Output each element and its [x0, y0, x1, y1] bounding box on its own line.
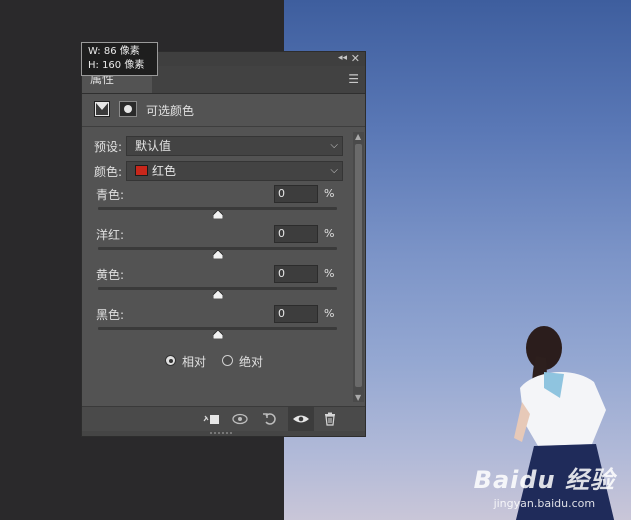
panel-menu-icon[interactable]: ☰ [348, 72, 359, 86]
chevron-down-icon: ⌵ [330, 140, 338, 151]
colors-value: 红色 [152, 164, 177, 178]
preset-dropdown[interactable]: 默认值 ⌵ [126, 136, 343, 156]
trash-icon[interactable] [321, 412, 339, 428]
black-slider-thumb[interactable] [212, 330, 223, 339]
cyan-unit: % [324, 187, 335, 200]
magenta-unit: % [324, 227, 335, 240]
selective-color-adjustment-icon[interactable] [94, 101, 110, 117]
black-label: 黑色: [96, 308, 125, 322]
visibility-eye-icon[interactable] [292, 412, 310, 428]
magenta-label: 洋红: [96, 228, 125, 242]
size-tooltip: W: 86 像素 H: 160 像素 [81, 42, 158, 76]
tooltip-height: H: 160 像素 [88, 60, 145, 71]
yellow-slider-thumb[interactable] [212, 290, 223, 299]
preset-value: 默认值 [135, 139, 172, 153]
close-icon[interactable]: ✕ [351, 52, 360, 65]
yellow-unit: % [324, 267, 335, 280]
reset-icon[interactable] [261, 412, 279, 428]
properties-panel: ◂◂ ✕ 属性 ☰ 可选颜色 预设: 默认值 ⌵ 颜色: 红色 ⌵ 青色: 0 … [81, 51, 366, 437]
magenta-input[interactable]: 0 [274, 225, 318, 243]
yellow-label: 黄色: [96, 268, 125, 282]
black-input[interactable]: 0 [274, 305, 318, 323]
magenta-slider-thumb[interactable] [212, 250, 223, 259]
watermark-url: jingyan.baidu.com [493, 497, 596, 510]
absolute-label[interactable]: 绝对 [239, 353, 263, 370]
layer-mask-icon[interactable] [119, 101, 137, 117]
view-previous-state-icon[interactable] [231, 412, 249, 428]
colors-label: 颜色: [94, 165, 123, 179]
black-unit: % [324, 307, 335, 320]
resize-grip[interactable] [82, 431, 365, 436]
adjustment-header: 可选颜色 [82, 94, 365, 127]
scroll-down-icon[interactable]: ▼ [355, 393, 361, 402]
preset-label: 预设: [94, 140, 123, 154]
cyan-input[interactable]: 0 [274, 185, 318, 203]
chevron-down-icon: ⌵ [330, 165, 338, 176]
color-swatch [135, 165, 148, 176]
watermark-logo: Baidu 经验 [473, 466, 615, 494]
absolute-radio[interactable] [222, 355, 233, 366]
relative-label[interactable]: 相对 [182, 353, 206, 370]
clip-to-layer-icon[interactable] [202, 412, 220, 428]
panel-bottom-bar [82, 406, 365, 433]
collapse-icon[interactable]: ◂◂ [338, 53, 347, 63]
colors-dropdown[interactable]: 红色 ⌵ [126, 161, 343, 181]
panel-scrollbar[interactable]: ▲ ▼ [353, 132, 364, 402]
visibility-toggle[interactable] [288, 407, 314, 433]
cyan-label: 青色: [96, 188, 125, 202]
scroll-thumb[interactable] [355, 144, 362, 387]
yellow-input[interactable]: 0 [274, 265, 318, 283]
tooltip-width: W: 86 像素 [88, 46, 140, 57]
scroll-up-icon[interactable]: ▲ [355, 132, 361, 141]
relative-radio[interactable] [165, 355, 176, 366]
cyan-slider-thumb[interactable] [212, 210, 223, 219]
watermark: Baidu 经验 jingyan.baidu.com [474, 460, 615, 510]
adjustment-title: 可选颜色 [146, 104, 195, 118]
